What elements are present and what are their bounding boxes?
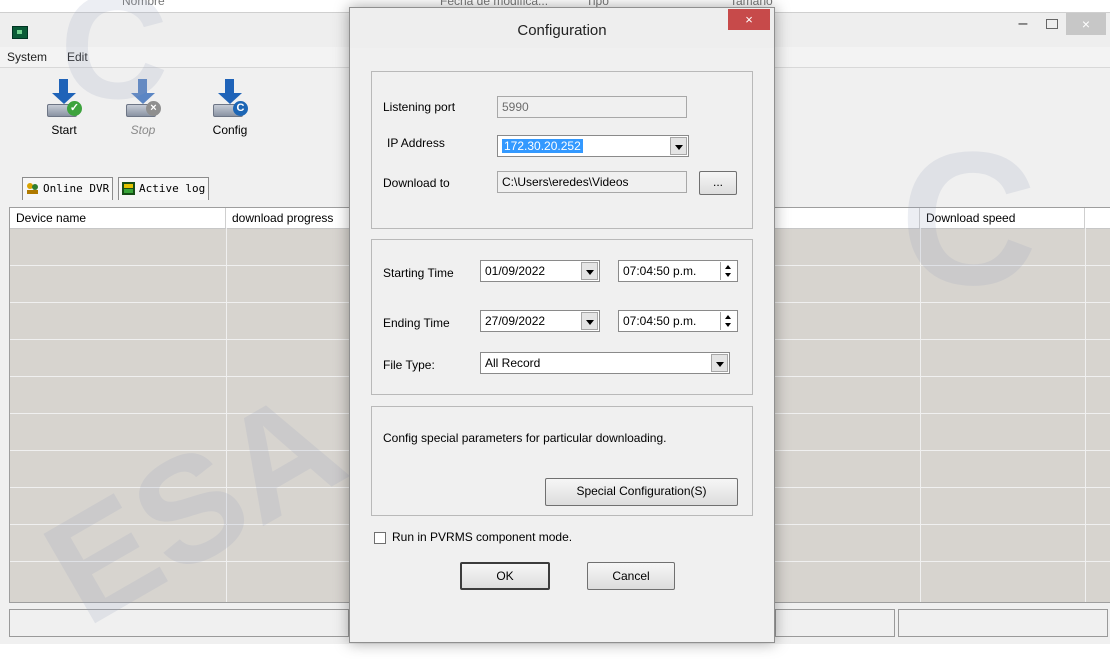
ending-time-label: Ending Time <box>383 316 450 330</box>
file-type-dropdown[interactable]: All Record <box>480 352 730 374</box>
app-icon <box>12 26 28 39</box>
special-group: Config special parameters for particular… <box>371 406 753 516</box>
file-type-label: File Type: <box>383 358 435 372</box>
file-type-value: All Record <box>485 356 541 370</box>
pvrms-label: Run in PVRMS component mode. <box>392 530 573 544</box>
grid-line <box>1085 228 1086 602</box>
dialog-close-button[interactable]: × <box>728 9 770 30</box>
maximize-button[interactable] <box>1038 13 1064 35</box>
grid-line <box>226 228 227 602</box>
browse-button[interactable]: ... <box>699 171 737 195</box>
stop-label: Stop <box>130 123 156 137</box>
main-close-button[interactable]: × <box>1066 13 1106 35</box>
special-description: Config special parameters for particular… <box>383 431 667 445</box>
config-download-icon: C <box>211 79 249 119</box>
chevron-down-icon[interactable] <box>711 354 728 372</box>
starting-time-value: 07:04:50 p.m. <box>623 264 697 278</box>
chevron-down-icon[interactable] <box>670 137 687 155</box>
users-icon <box>27 183 38 194</box>
ip-address-label: IP Address <box>387 136 445 150</box>
column-device-name[interactable]: Device name <box>10 208 226 228</box>
start-download-icon: ✓ <box>45 79 83 119</box>
configuration-dialog: Configuration × Listening port 5990 IP A… <box>349 7 775 643</box>
chevron-down-icon[interactable] <box>581 312 598 330</box>
cancel-button[interactable]: Cancel <box>587 562 675 590</box>
column-download-speed[interactable]: Download speed <box>920 208 1085 228</box>
config-label: Config <box>212 123 248 137</box>
chevron-down-icon[interactable] <box>581 262 598 280</box>
minimize-button[interactable]: – <box>1010 13 1036 35</box>
stop-button[interactable]: × Stop <box>113 79 173 137</box>
download-to-label: Download to <box>383 176 450 190</box>
special-configuration-button[interactable]: Special Configuration(S) <box>545 478 738 506</box>
ip-address-dropdown[interactable]: 172.30.20.252 <box>497 135 689 157</box>
status-pane-middle <box>775 609 895 637</box>
start-label: Start <box>51 123 77 137</box>
ending-date-value: 27/09/2022 <box>485 314 546 328</box>
config-button[interactable]: C Config <box>200 79 260 137</box>
spinner-arrows-icon[interactable] <box>720 262 736 280</box>
network-group: Listening port 5990 IP Address 172.30.20… <box>371 71 753 229</box>
menu-system[interactable]: System <box>7 50 47 64</box>
starting-date-value: 01/09/2022 <box>485 264 546 278</box>
starting-time-label: Starting Time <box>383 266 454 280</box>
start-button[interactable]: ✓ Start <box>34 79 94 137</box>
status-pane-left <box>9 609 349 637</box>
grid-line <box>920 228 921 602</box>
ip-address-value: 172.30.20.252 <box>502 139 583 153</box>
ending-time-value: 07:04:50 p.m. <box>623 314 697 328</box>
tab-active-log[interactable]: Active log <box>118 177 210 200</box>
tab-online-dvr[interactable]: Online DVR <box>22 177 114 200</box>
tab-online-dvr-label: Online DVR <box>43 182 110 195</box>
dialog-titlebar: Configuration × <box>350 8 774 48</box>
stop-download-icon: × <box>124 79 162 119</box>
listening-port-label: Listening port <box>383 100 456 114</box>
explorer-col-name: Nombre <box>122 0 165 8</box>
listening-port-field[interactable]: 5990 <box>497 96 687 118</box>
ok-button[interactable]: OK <box>460 562 550 590</box>
ending-date-picker[interactable]: 27/09/2022 <box>480 310 600 332</box>
ending-time-spinner[interactable]: 07:04:50 p.m. <box>618 310 738 332</box>
starting-date-picker[interactable]: 01/09/2022 <box>480 260 600 282</box>
spinner-arrows-icon[interactable] <box>720 312 736 330</box>
menu-edit[interactable]: Edit <box>67 50 88 64</box>
pvrms-checkbox[interactable] <box>374 532 386 544</box>
download-to-field[interactable]: C:\Users\eredes\Videos <box>497 171 687 193</box>
starting-time-spinner[interactable]: 07:04:50 p.m. <box>618 260 738 282</box>
time-group: Starting Time 01/09/2022 07:04:50 p.m. E… <box>371 239 753 395</box>
log-icon <box>122 182 135 195</box>
dialog-title: Configuration <box>517 22 607 39</box>
tab-active-log-label: Active log <box>139 182 206 195</box>
status-pane-right <box>898 609 1108 637</box>
